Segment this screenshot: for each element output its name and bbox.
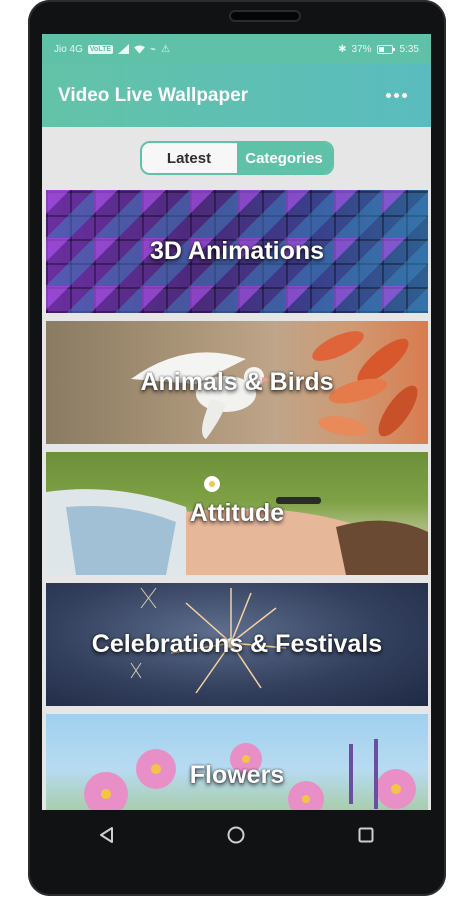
category-card-animals-birds[interactable]: Animals & Birds xyxy=(46,321,428,444)
category-card-flowers[interactable]: Flowers xyxy=(46,714,428,810)
status-right: ✱ 37% 5:35 xyxy=(338,44,419,55)
app-screen: Jio 4G VoLTE ⌁ ⚠ ✱ 37% 5:35 Video Live W… xyxy=(42,34,431,810)
category-label: Flowers xyxy=(189,761,285,789)
clock: 5:35 xyxy=(399,43,419,55)
carrier-label: Jio 4G xyxy=(54,43,83,55)
status-left: Jio 4G VoLTE ⌁ ⚠ xyxy=(54,44,170,55)
category-label: 3D Animations xyxy=(149,237,325,265)
category-card-celebrations[interactable]: Celebrations & Festivals xyxy=(46,583,428,706)
wifi-icon xyxy=(134,44,146,54)
usb-icon: ⌁ xyxy=(150,43,157,55)
android-nav-bar xyxy=(42,810,431,860)
app-title: Video Live Wallpaper xyxy=(58,84,249,106)
category-card-3d-animations[interactable]: 3D Animations xyxy=(46,190,428,313)
battery-icon xyxy=(376,44,395,54)
category-label: Celebrations & Festivals xyxy=(91,630,383,658)
volte-badge: VoLTE xyxy=(87,44,114,54)
warning-icon: ⚠ xyxy=(161,43,171,55)
status-bar: Jio 4G VoLTE ⌁ ⚠ ✱ 37% 5:35 xyxy=(42,34,431,64)
category-label: Animals & Birds xyxy=(140,368,334,396)
back-icon[interactable] xyxy=(95,823,119,847)
tabs-container: Latest Categories xyxy=(42,127,431,189)
signal-icon xyxy=(118,44,130,54)
recents-icon[interactable] xyxy=(354,823,378,847)
category-label: Attitude xyxy=(189,499,285,527)
category-card-attitude[interactable]: Attitude xyxy=(46,452,428,575)
battery-percent: 37% xyxy=(351,43,372,55)
more-vert-icon[interactable] xyxy=(380,87,413,104)
home-icon[interactable] xyxy=(224,823,248,847)
tab-latest[interactable]: Latest xyxy=(141,143,237,173)
tab-categories[interactable]: Categories xyxy=(236,143,332,173)
category-list: 3D Animations Animals & Birds Attitude C… xyxy=(46,190,428,810)
phone-speaker xyxy=(231,12,299,20)
bluetooth-icon: ✱ xyxy=(338,43,347,55)
segmented-tabs: Latest Categories xyxy=(139,141,334,175)
app-bar: Video Live Wallpaper xyxy=(42,64,431,127)
